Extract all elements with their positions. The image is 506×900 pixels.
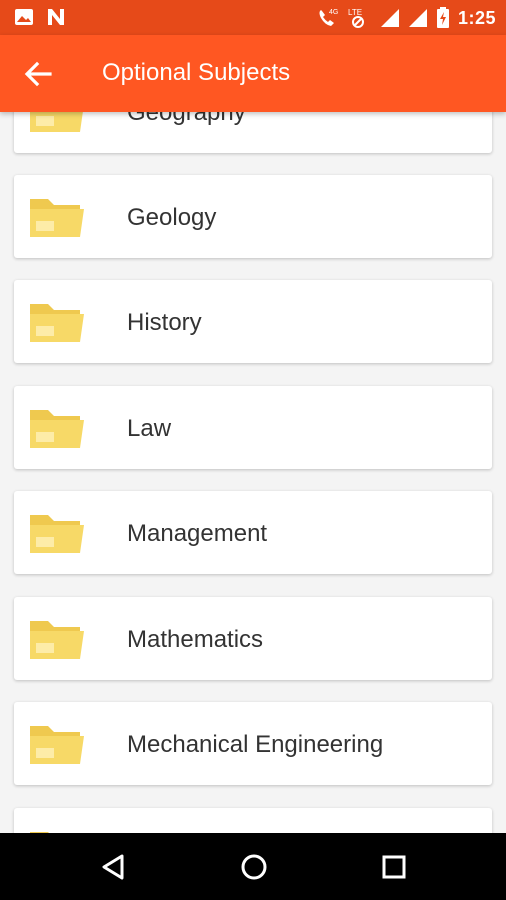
list-item-history[interactable]: History — [14, 280, 492, 363]
folder-icon — [30, 410, 84, 448]
system-nav-bar — [0, 833, 506, 900]
folder-icon — [30, 304, 84, 342]
image-icon — [15, 9, 33, 25]
folder-icon — [30, 621, 84, 659]
status-bar: 4G LTE 1:25 — [0, 0, 506, 35]
folder-icon — [30, 726, 84, 764]
arrow-back-icon[interactable] — [22, 59, 54, 89]
list-item-mathematics[interactable]: Mathematics — [14, 597, 492, 680]
subject-list[interactable]: Geography Geology History Law Management… — [0, 0, 506, 833]
folder-icon — [30, 199, 84, 237]
subject-label: Law — [127, 415, 172, 442]
subject-label: Mathematics — [127, 626, 264, 653]
battery-icon — [436, 7, 449, 28]
lte-label: LTE — [348, 8, 362, 17]
notification-n-icon — [48, 9, 64, 25]
call-volte-icon: 4G — [319, 9, 338, 26]
app-bar: Optional Subjects — [0, 35, 506, 112]
signal-icon — [408, 9, 427, 27]
page-title: Optional Subjects — [102, 59, 291, 86]
subject-label: Geology — [127, 204, 217, 231]
signal-icon — [380, 9, 399, 27]
subject-label: Management — [127, 520, 268, 547]
recents-square-icon[interactable] — [378, 851, 410, 883]
clock: 1:25 — [457, 7, 496, 28]
list-item-management[interactable]: Management — [14, 491, 492, 574]
folder-icon — [30, 832, 49, 833]
list-item-mechanical-engineering[interactable]: Mechanical Engineering — [14, 702, 492, 785]
list-item-geology[interactable]: Geology — [14, 175, 492, 258]
lte-icon: LTE — [348, 8, 364, 28]
list-item-law[interactable]: Law — [14, 386, 492, 469]
back-triangle-icon[interactable] — [98, 851, 130, 883]
subject-label: Mechanical Engineering — [127, 731, 384, 758]
network-label: 4G — [329, 9, 338, 16]
list-item-partial[interactable] — [14, 808, 492, 833]
folder-icon — [30, 515, 84, 553]
subject-label: History — [127, 309, 202, 336]
home-circle-icon[interactable] — [238, 851, 270, 883]
